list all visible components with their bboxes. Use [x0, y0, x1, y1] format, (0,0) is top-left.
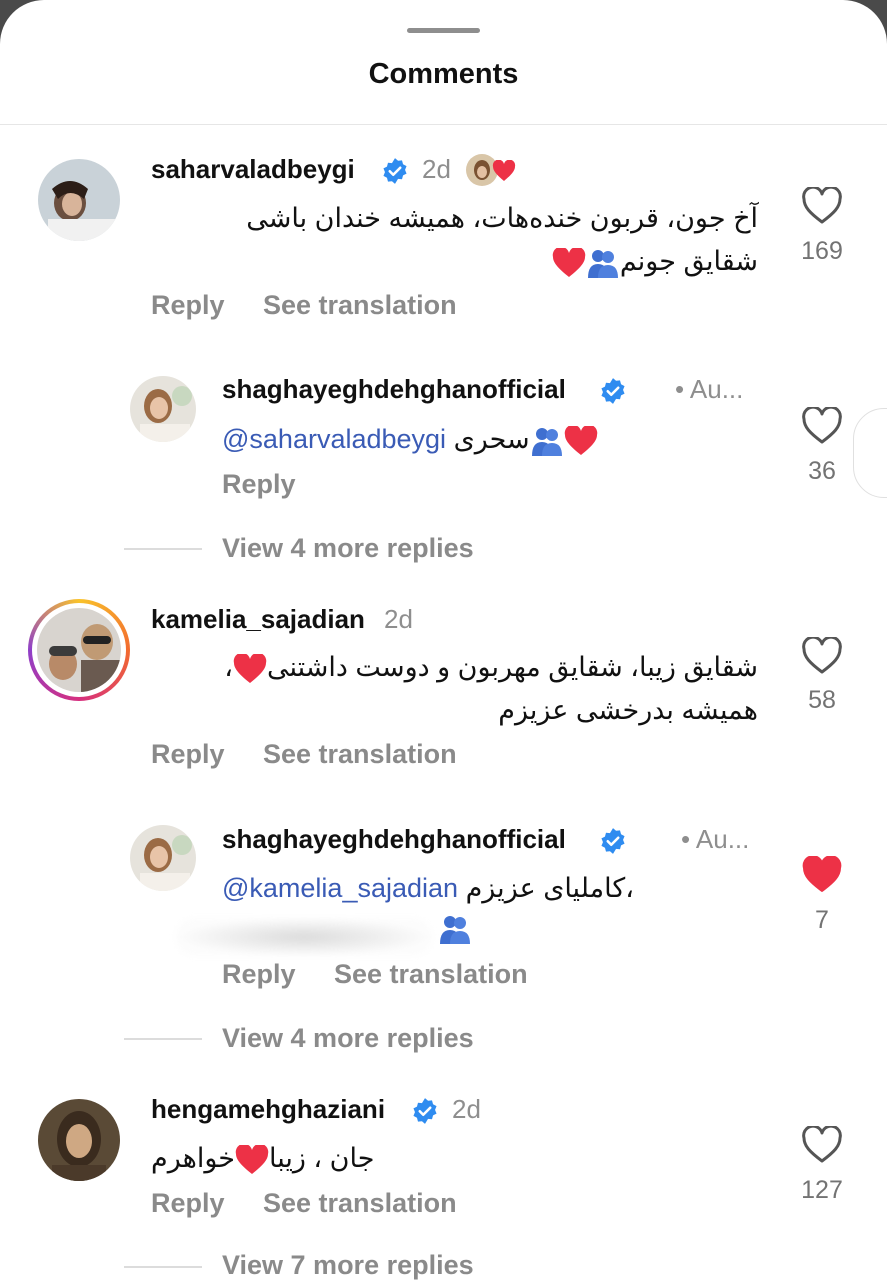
view-more-replies-button[interactable]: View 4 more replies — [222, 1023, 474, 1054]
see-translation-button[interactable]: See translation — [263, 1188, 457, 1219]
like-count: 7 — [815, 906, 829, 934]
sheet-title: Comments — [368, 58, 519, 90]
avatar[interactable] — [130, 825, 196, 891]
avatar-photo — [37, 608, 121, 692]
comment-time: 2d — [422, 154, 451, 184]
see-translation-button[interactable]: See translation — [263, 739, 457, 770]
reply-text-line-1: @kamelia_sajadian کاملیای عزیزم، — [222, 867, 634, 910]
comment-text: جان ، زیبا خواهرم — [151, 1137, 374, 1180]
see-translation-button[interactable]: See translation — [334, 959, 528, 990]
reply-time: • Au... — [681, 824, 750, 854]
reply-text-body: کاملیای عزیزم، — [465, 873, 634, 903]
heart-filled-icon — [492, 160, 516, 181]
avatar[interactable] — [130, 376, 196, 442]
see-translation-button[interactable]: See translation — [263, 290, 457, 321]
mention-link[interactable]: @saharvaladbeygi — [222, 424, 446, 454]
comment-text-line-1: آخ جون، قربون خنده‌هات، همیشه خندان باشی — [246, 203, 758, 233]
verified-badge-icon — [413, 1098, 437, 1124]
reply-button[interactable]: Reply — [222, 469, 296, 500]
mention-link[interactable]: @kamelia_sajadian — [222, 873, 458, 903]
heart-filled-icon[interactable] — [801, 856, 843, 894]
reply-button[interactable]: Reply — [151, 739, 225, 770]
heart-outline-icon[interactable] — [801, 187, 843, 225]
like-count: 58 — [808, 686, 836, 714]
comment-text-line-1-text: شقایق زیبا، شقایق مهربون و دوست داشتنی — [266, 652, 758, 682]
comment-text-line-1: شقایق زیبا، شقایق مهربون و دوست داشتنی، — [224, 652, 758, 683]
reply-button[interactable]: Reply — [222, 959, 296, 990]
comment-username[interactable]: saharvaladbeygi — [151, 154, 355, 185]
people-hugging-icon — [531, 427, 562, 456]
comment-username[interactable]: kamelia_sajadian — [151, 604, 365, 635]
like-count: 169 — [801, 237, 843, 265]
view-more-line — [124, 548, 202, 550]
like-count: 127 — [801, 1176, 843, 1204]
reply-username[interactable]: shaghayeghdehghanofficial — [222, 374, 566, 405]
avatar-with-story-ring[interactable] — [28, 599, 130, 701]
reply-username[interactable]: shaghayeghdehghanofficial — [222, 824, 566, 855]
heart-outline-icon[interactable] — [801, 1126, 843, 1164]
verified-badge-icon — [383, 158, 407, 184]
header-divider — [0, 124, 887, 125]
red-heart-icon — [552, 247, 586, 277]
view-more-line — [124, 1266, 202, 1268]
comments-sheet: Comments saharvaladbeygi 2d آخ جون، قربو… — [0, 0, 887, 1280]
blurred-text — [175, 918, 433, 956]
reply-text-body: سحری — [453, 424, 530, 454]
reply-button[interactable]: Reply — [151, 290, 225, 321]
comment-text-line-2-text: شقایق جونم — [619, 246, 758, 276]
heart-outline-icon[interactable] — [801, 637, 843, 675]
people-hugging-icon — [440, 916, 470, 944]
reply-time: • Au... — [675, 374, 744, 404]
comment-time: 2d — [384, 604, 413, 634]
heart-outline-icon[interactable] — [801, 407, 843, 445]
avatar[interactable] — [38, 1099, 120, 1181]
red-heart-icon — [233, 653, 267, 683]
view-more-line — [124, 1038, 202, 1040]
reply-button[interactable]: Reply — [151, 1188, 225, 1219]
comment-text-b: خواهرم — [151, 1143, 235, 1173]
comment-time: 2d — [452, 1094, 481, 1124]
comment-text-line-2: شقایق جونم — [552, 240, 758, 283]
like-count: 36 — [808, 457, 836, 485]
red-heart-icon — [235, 1144, 269, 1174]
view-more-replies-button[interactable]: View 7 more replies — [222, 1250, 474, 1280]
people-hugging-icon — [587, 249, 618, 278]
red-heart-icon — [564, 425, 597, 455]
view-more-replies-button[interactable]: View 4 more replies — [222, 533, 474, 564]
verified-badge-icon — [601, 828, 625, 854]
comment-username[interactable]: hengamehghaziani — [151, 1094, 385, 1125]
reply-text: @saharvaladbeygi سحری — [222, 418, 598, 461]
verified-badge-icon — [601, 378, 625, 404]
avatar[interactable] — [38, 159, 120, 241]
comment-text-line-2: همیشه بدرخشی عزیزم — [498, 695, 758, 725]
drag-handle[interactable] — [407, 28, 480, 33]
comment-text-a: جان ، زیبا — [269, 1143, 375, 1173]
